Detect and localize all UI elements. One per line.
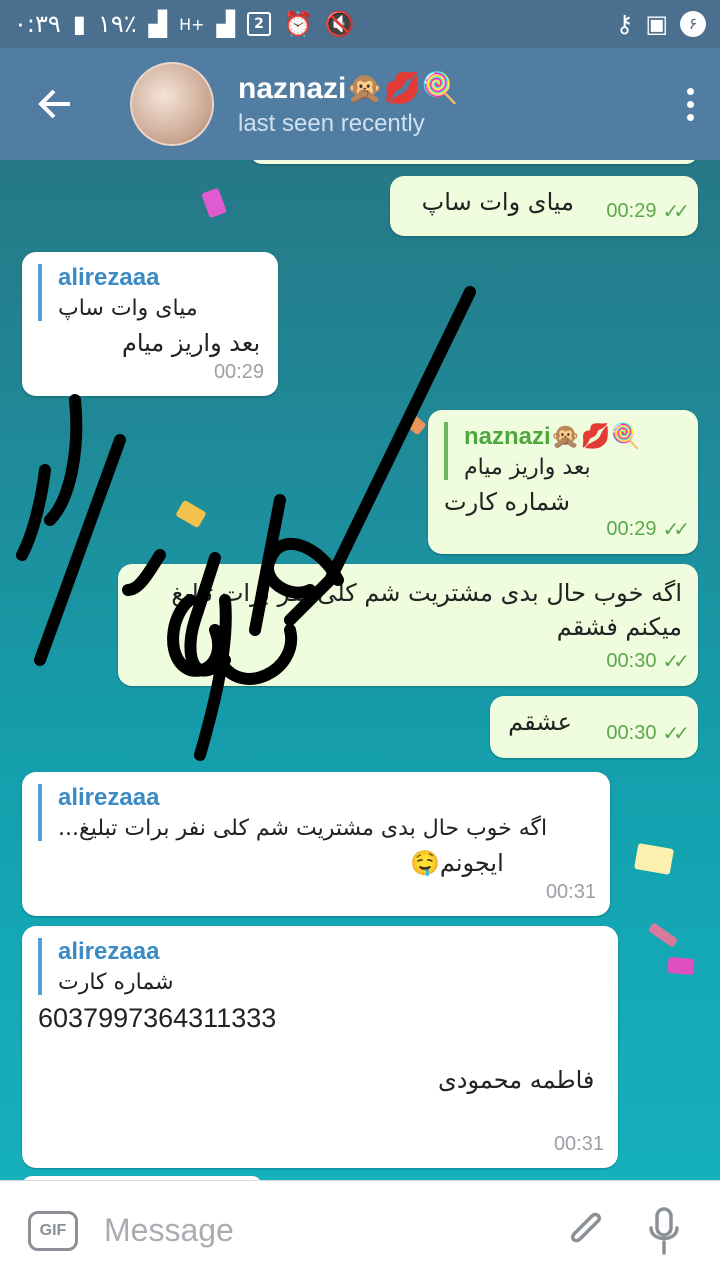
battery-icon: ▮ [72, 10, 86, 38]
clock: ۰:۳۹ [14, 10, 61, 38]
back-button[interactable] [0, 48, 110, 160]
attach-button[interactable] [558, 1203, 614, 1259]
chat-title: naznazi🙊💋🍭 [238, 71, 459, 105]
card-number: 6037997364311333 [38, 1003, 277, 1033]
signal-icon-2: ▟ [216, 10, 236, 38]
background-decoration [647, 922, 679, 948]
message-bubble-outgoing[interactable]: اگه خوب حال بدی مشتریت شم کلی نفر برات ت… [118, 564, 698, 686]
message-text: شماره کارت [444, 488, 571, 516]
reply-text: شماره کارت [58, 970, 174, 995]
sim-badge: 2 [247, 12, 272, 36]
mute-icon: 🔇 [324, 10, 355, 38]
reply-quote[interactable]: naznazi🙊💋🍭 بعد واریز میام [444, 422, 682, 480]
data-icon: H+ [179, 14, 205, 34]
message-bubble-outgoing[interactable]: naznazi🙊💋🍭 بعد واریز میام شماره کارت 00:… [428, 410, 698, 554]
background-decoration [634, 843, 674, 875]
double-check-icon: ✓✓ [662, 723, 689, 745]
background-decoration [175, 499, 207, 529]
card-owner: فاطمه محمودی [438, 1066, 595, 1094]
message-meta: 00:30 ✓✓ [606, 649, 689, 674]
message-time: 00:30 [606, 722, 657, 744]
double-check-icon: ✓✓ [662, 651, 689, 673]
notification-count: ۶ [680, 11, 706, 37]
battery-level: ۱۹٪ [97, 10, 137, 38]
double-check-icon: ✓✓ [662, 519, 689, 541]
message-meta: 00:29 ✓✓ [606, 517, 689, 542]
message-time: 00:31 [553, 1133, 604, 1155]
last-seen: last seen recently [238, 109, 425, 137]
chat-title-area[interactable]: naznazi🙊💋🍭 last seen recently [238, 71, 660, 138]
signal-icon: ▟ [148, 10, 168, 38]
key-icon: ⚷ [615, 10, 634, 38]
reply-quote[interactable]: alirezaaa اگه خوب حال بدی مشتریت شم کلی … [38, 784, 594, 841]
voice-record-button[interactable] [636, 1203, 692, 1259]
reply-text: اگه خوب حال بدی مشتریت شم کلی نفر برات ت… [58, 816, 548, 841]
message-bubble-incoming[interactable]: alirezaaa میای وات ساپ بعد واریز میام 00… [22, 252, 278, 396]
image-icon: ▣ [645, 10, 668, 38]
paperclip-icon [570, 1212, 602, 1242]
more-menu-button[interactable] [660, 87, 720, 121]
chat-header: naznazi🙊💋🍭 last seen recently [0, 48, 720, 160]
message-text: اگه خوب حال بدی مشتریت شم کلی نفر برات ت… [171, 579, 682, 641]
message-time: 00:29 [213, 361, 264, 383]
message-time: 00:29 [606, 200, 657, 222]
reply-quote[interactable]: alirezaaa میای وات ساپ [38, 264, 262, 321]
message-input[interactable] [104, 1212, 536, 1249]
message-time: 00:29 [606, 518, 657, 540]
arrow-left-icon [38, 89, 70, 119]
microphone-icon [649, 1206, 679, 1255]
reply-author: alirezaaa [58, 264, 160, 291]
message-meta: 00:30 ✓✓ [606, 721, 689, 746]
background-decoration [201, 187, 227, 219]
dot-icon [686, 113, 694, 121]
reply-quote[interactable]: alirezaaa شماره کارت [38, 938, 602, 995]
dot-icon [686, 100, 694, 108]
reply-author: alirezaaa [58, 784, 160, 811]
message-meta: 00:29 ✓✓ [606, 199, 689, 224]
reply-author: alirezaaa [58, 938, 160, 965]
background-decoration [405, 414, 427, 436]
message-meta: 00:31 [546, 881, 596, 904]
reply-author: naznazi🙊💋🍭 [464, 423, 641, 450]
status-left: ۰:۳۹ ▮ ۱۹٪ ▟ H+ ▟ 2 ⏰ 🔇 [14, 10, 355, 38]
chat-area[interactable]: میای وات ساپ 00:29 ✓✓ alirezaaa میای وات… [0, 160, 720, 1180]
message-text: ایجونم🤤 [410, 849, 504, 877]
message-meta: 00:31 [554, 1133, 604, 1156]
message-meta: 00:29 [214, 361, 264, 384]
message-time: 00:30 [606, 650, 657, 672]
status-right: ⚷ ▣ ۶ [616, 10, 706, 38]
dot-icon [686, 87, 694, 95]
reply-text: میای وات ساپ [58, 296, 198, 321]
message-bubble-outgoing[interactable]: عشقم 00:30 ✓✓ [490, 696, 698, 758]
message-input-bar: GIF [0, 1180, 720, 1280]
double-check-icon: ✓✓ [662, 201, 689, 223]
status-bar: ۰:۳۹ ▮ ۱۹٪ ▟ H+ ▟ 2 ⏰ 🔇 ⚷ ▣ ۶ [0, 0, 720, 48]
message-time: 00:31 [545, 881, 596, 903]
background-decoration [667, 956, 695, 976]
gif-button[interactable]: GIF [28, 1210, 78, 1251]
message-text: بعد واریز میام [122, 329, 261, 357]
avatar[interactable] [130, 62, 214, 146]
message-bubble-incoming[interactable]: alirezaaa اگه خوب حال بدی مشتریت شم کلی … [22, 772, 610, 916]
message-bubble-incoming[interactable]: alirezaaa شماره کارت 6037997364311333 فا… [22, 926, 618, 1168]
alarm-icon: ⏰ [283, 10, 313, 38]
reply-text: بعد واریز میام [464, 455, 591, 480]
message-bubble-partial[interactable] [250, 160, 698, 164]
message-bubble-outgoing[interactable]: میای وات ساپ 00:29 ✓✓ [390, 176, 698, 236]
